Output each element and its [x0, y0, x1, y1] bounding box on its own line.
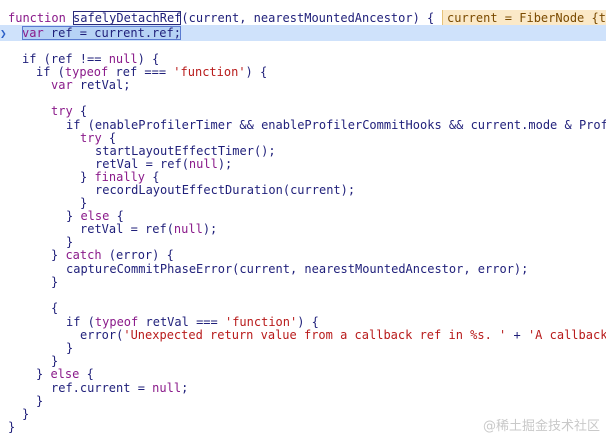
try-keyword: try [51, 104, 73, 118]
code-text: retVal; [72, 78, 131, 92]
code-text: } [8, 420, 16, 434]
function-params: (current, nearestMountedAncestor) { [181, 11, 435, 25]
function-name-highlight[interactable]: safelyDetachRef [73, 11, 182, 25]
inline-value-hint: current = FiberNode {t [442, 10, 606, 26]
catch-keyword: catch [65, 248, 102, 262]
code-text: { [51, 301, 59, 315]
code-line-2-current[interactable]: ❯ var ref = current.ref; [0, 25, 606, 41]
code-line-21[interactable]: } [0, 274, 606, 290]
breakpoint-arrow-icon: ❯ [0, 27, 7, 40]
code-text: } [36, 367, 51, 381]
code-text: { [79, 367, 94, 381]
code-text: { [72, 104, 88, 118]
code-editor[interactable]: function safelyDetachRef(current, neares… [0, 0, 606, 442]
watermark: @稀土掘金技术社区 [482, 419, 600, 434]
keyword-function: function [8, 11, 66, 25]
else-keyword: else [50, 367, 80, 381]
current-statement[interactable]: var ref = current.ref; [22, 26, 181, 40]
code-text: } [51, 275, 59, 289]
code-line-6[interactable]: var retVal; [0, 77, 606, 93]
code-text: } [51, 248, 66, 262]
code-text: (error) { [101, 248, 174, 262]
var-keyword: var [51, 78, 73, 92]
